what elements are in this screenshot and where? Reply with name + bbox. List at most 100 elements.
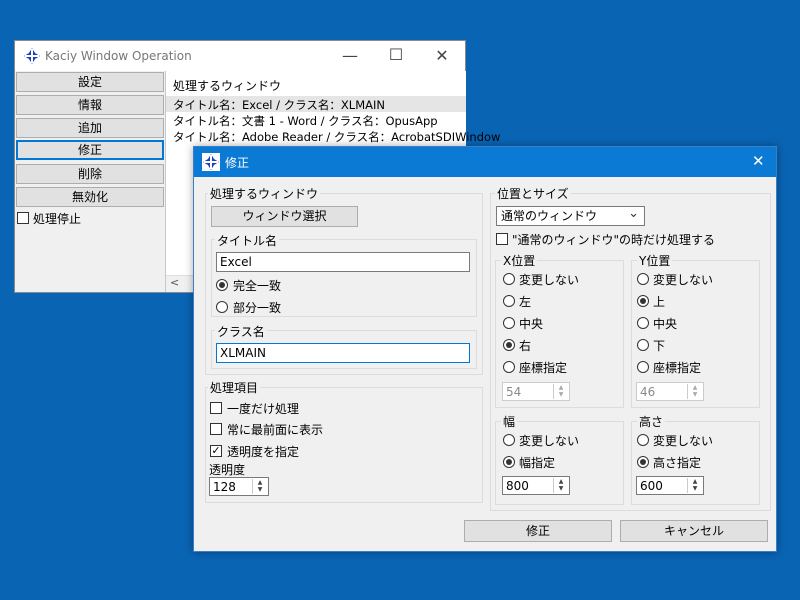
list-item[interactable]: タイトル名：Adobe Reader / クラス名：AcrobatSDIWind… xyxy=(173,129,500,145)
y-bottom-radio[interactable] xyxy=(637,339,649,351)
x-right-radio[interactable] xyxy=(503,339,515,351)
window-state-select[interactable]: 通常のウィンドウ ⌄ xyxy=(496,206,645,226)
x-spin-buttons[interactable]: ▲ ▼ xyxy=(553,384,568,399)
x-coord-radio[interactable] xyxy=(503,361,515,373)
opacity-spin-buttons[interactable]: ▲ ▼ xyxy=(252,479,267,494)
y-top-label: 上 xyxy=(653,295,666,309)
spin-down-icon[interactable]: ▼ xyxy=(253,486,267,493)
position-size-group-label: 位置とサイズ xyxy=(495,185,571,202)
spin-down-icon[interactable]: ▼ xyxy=(688,485,702,492)
x-no-change-radio[interactable] xyxy=(503,273,515,285)
x-coord-label: 座標指定 xyxy=(519,361,568,375)
spin-up-icon[interactable]: ▲ xyxy=(554,478,568,485)
title-name-group-label: タイトル名 xyxy=(215,232,280,249)
x-no-change-label: 変更しない xyxy=(519,273,580,287)
info-button[interactable]: 情報 xyxy=(16,95,164,115)
delete-button[interactable]: 削除 xyxy=(16,164,164,184)
settings-button[interactable]: 設定 xyxy=(16,72,164,92)
modify-button[interactable]: 修正 xyxy=(16,140,164,160)
y-no-change-radio[interactable] xyxy=(637,273,649,285)
x-coord-spinbox[interactable]: 54 ▲ ▼ xyxy=(502,382,570,401)
only-normal-checkbox[interactable] xyxy=(496,233,508,245)
class-name-input[interactable]: XLMAIN xyxy=(216,343,470,363)
width-no-change-radio[interactable] xyxy=(503,434,515,446)
partial-match-label: 部分一致 xyxy=(233,301,282,315)
main-titlebar[interactable]: Kaciy Window Operation — ☐ ✕ xyxy=(15,41,465,71)
x-left-label: 左 xyxy=(519,295,532,309)
width-spinbox[interactable]: 800 ▲ ▼ xyxy=(502,476,570,495)
width-label: 幅 xyxy=(501,413,518,430)
y-position-label: Y位置 xyxy=(637,252,673,269)
y-spin-buttons[interactable]: ▲ ▼ xyxy=(687,384,702,399)
only-normal-label: "通常のウィンドウ"の時だけ処理する xyxy=(512,233,716,247)
set-opacity-checkbox[interactable]: ✓ xyxy=(210,445,222,457)
height-no-change-label: 変更しない xyxy=(653,434,714,448)
close-icon[interactable]: ✕ xyxy=(427,46,457,66)
target-window-group-label: 処理するウィンドウ xyxy=(208,185,321,202)
spin-down-icon[interactable]: ▼ xyxy=(688,391,702,398)
main-window-title: Kaciy Window Operation xyxy=(45,49,192,63)
y-top-radio[interactable] xyxy=(637,295,649,307)
maximize-icon[interactable]: ☐ xyxy=(381,45,411,65)
add-button[interactable]: 追加 xyxy=(16,118,164,138)
spin-up-icon[interactable]: ▲ xyxy=(253,479,267,486)
set-opacity-label: 透明度を指定 xyxy=(227,445,300,459)
scroll-left-icon[interactable]: < xyxy=(170,276,179,289)
spin-down-icon[interactable]: ▼ xyxy=(554,485,568,492)
app-logo-icon xyxy=(202,153,220,171)
opacity-label: 透明度 xyxy=(209,463,246,477)
width-specify-radio[interactable] xyxy=(503,456,515,468)
y-bottom-label: 下 xyxy=(653,339,666,353)
pause-checkbox[interactable] xyxy=(17,212,29,224)
y-coord-value[interactable]: 46 xyxy=(640,385,655,399)
ok-modify-button[interactable]: 修正 xyxy=(464,520,612,542)
exact-match-radio[interactable] xyxy=(216,279,228,291)
dialog-close-icon[interactable]: ✕ xyxy=(752,152,765,170)
once-only-checkbox[interactable] xyxy=(210,402,222,414)
select-window-button[interactable]: ウィンドウ選択 xyxy=(211,206,358,227)
width-specify-label: 幅指定 xyxy=(519,456,556,470)
y-coord-label: 座標指定 xyxy=(653,361,702,375)
horizontal-scrollbar[interactable]: < xyxy=(166,275,196,292)
x-left-radio[interactable] xyxy=(503,295,515,307)
x-position-label: X位置 xyxy=(501,252,538,269)
height-no-change-radio[interactable] xyxy=(637,434,649,446)
app-logo-icon xyxy=(23,47,41,65)
height-specify-label: 高さ指定 xyxy=(653,456,702,470)
height-value[interactable]: 600 xyxy=(640,479,663,493)
x-coord-value[interactable]: 54 xyxy=(506,385,521,399)
y-coord-spinbox[interactable]: 46 ▲ ▼ xyxy=(636,382,704,401)
list-item[interactable]: タイトル名：文書 1 - Word / クラス名：OpusApp xyxy=(173,113,438,129)
dialog-titlebar[interactable]: 修正 ✕ xyxy=(194,147,776,177)
once-only-label: 一度だけ処理 xyxy=(227,402,300,416)
width-value[interactable]: 800 xyxy=(506,479,529,493)
always-on-top-checkbox[interactable] xyxy=(210,423,222,435)
spin-up-icon[interactable]: ▲ xyxy=(554,384,568,391)
height-specify-radio[interactable] xyxy=(637,456,649,468)
x-center-radio[interactable] xyxy=(503,317,515,329)
spin-up-icon[interactable]: ▲ xyxy=(688,478,702,485)
dialog-title: 修正 xyxy=(225,156,250,170)
height-spin-buttons[interactable]: ▲ ▼ xyxy=(687,478,702,493)
disable-button[interactable]: 無効化 xyxy=(16,187,164,207)
partial-match-radio[interactable] xyxy=(216,301,228,313)
spin-down-icon[interactable]: ▼ xyxy=(554,391,568,398)
spin-up-icon[interactable]: ▲ xyxy=(688,384,702,391)
exact-match-label: 完全一致 xyxy=(233,279,282,293)
cancel-button[interactable]: キャンセル xyxy=(620,520,768,542)
chevron-down-icon[interactable]: ⌄ xyxy=(628,205,639,223)
title-name-input[interactable]: Excel xyxy=(216,252,470,272)
process-items-group-label: 処理項目 xyxy=(208,379,261,396)
pause-label: 処理停止 xyxy=(33,212,82,226)
list-item[interactable]: タイトル名：Excel / クラス名：XLMAIN xyxy=(173,97,385,113)
minimize-icon[interactable]: — xyxy=(335,46,365,66)
width-spin-buttons[interactable]: ▲ ▼ xyxy=(553,478,568,493)
y-center-radio[interactable] xyxy=(637,317,649,329)
height-spinbox[interactable]: 600 ▲ ▼ xyxy=(636,476,704,495)
opacity-spinbox[interactable]: 128 ▲ ▼ xyxy=(209,477,269,496)
y-coord-radio[interactable] xyxy=(637,361,649,373)
height-label: 高さ xyxy=(637,413,666,430)
opacity-value[interactable]: 128 xyxy=(213,480,236,494)
x-right-label: 右 xyxy=(519,339,532,353)
window-state-value: 通常のウィンドウ xyxy=(501,209,598,223)
